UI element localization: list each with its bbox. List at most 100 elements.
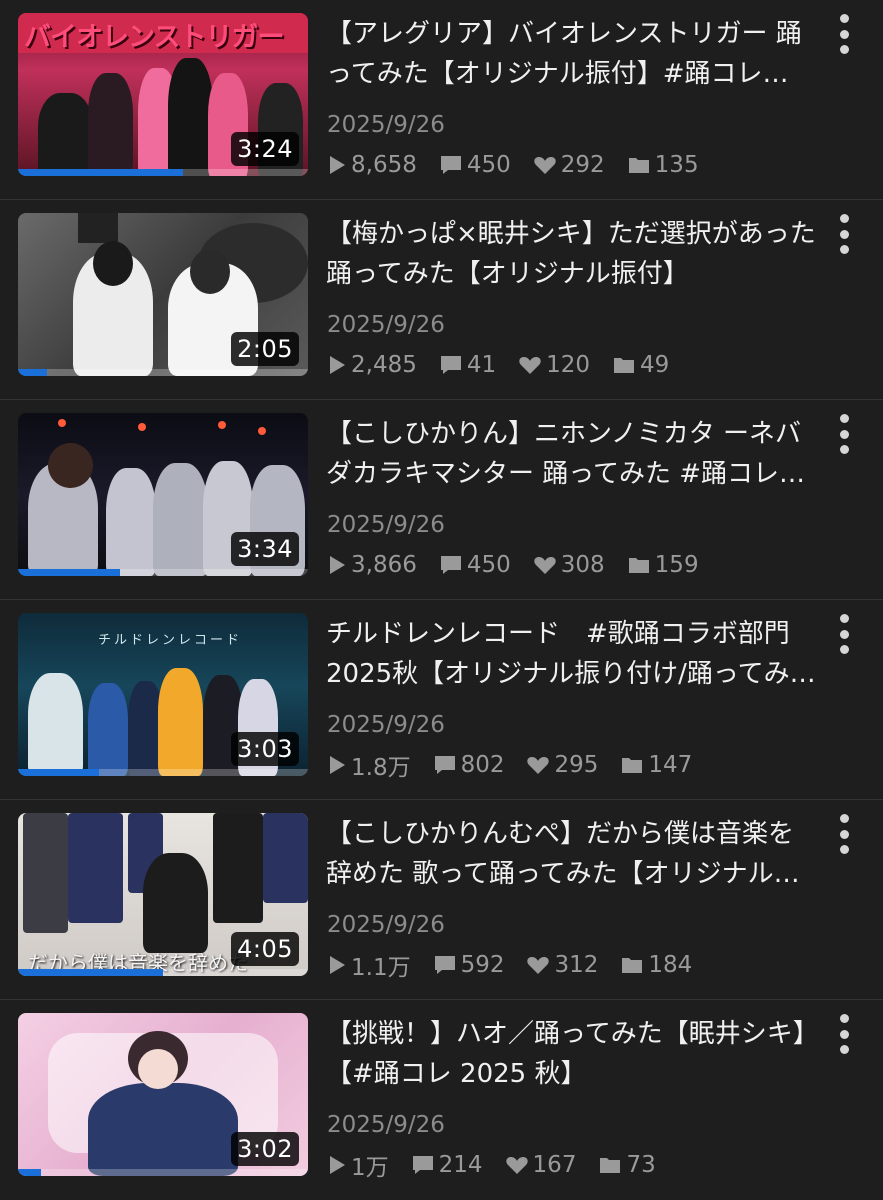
video-title[interactable]: 【こしひかりん】ニホンノミカタ ーネバダカラキマシター 踊ってみた #踊コレ20… xyxy=(326,414,816,494)
heart-icon xyxy=(505,1157,528,1174)
video-stats: 1.8万 802 295 147 xyxy=(327,748,714,782)
folder-icon xyxy=(622,758,643,773)
view-count-value: 3,866 xyxy=(351,552,417,578)
comment-count-value: 450 xyxy=(466,552,511,578)
upload-date: 2025/9/26 xyxy=(327,1112,445,1138)
more-vertical-icon[interactable] xyxy=(833,14,855,54)
view-count: 1.1万 xyxy=(327,948,411,982)
watch-progress-bar xyxy=(18,769,308,776)
folder-icon xyxy=(628,158,649,173)
view-count-value: 2,485 xyxy=(351,352,417,378)
upload-date: 2025/9/26 xyxy=(327,312,445,338)
comment-icon xyxy=(412,1156,433,1174)
more-vertical-icon[interactable] xyxy=(833,214,855,254)
comment-count: 450 xyxy=(439,152,511,178)
watch-progress-fill xyxy=(18,769,100,776)
duration-badge: 3:24 xyxy=(231,132,299,166)
like-count-value: 120 xyxy=(546,352,591,378)
video-title[interactable]: チルドレンレコード #歌踊コラボ部門2025秋【オリジナル振り付け/踊ってみた】 xyxy=(326,614,816,694)
comment-count-value: 592 xyxy=(460,952,505,978)
upload-date: 2025/9/26 xyxy=(327,112,445,138)
like-count: 292 xyxy=(533,152,605,178)
video-item[interactable]: 2:05 【梅かっぱ×眠井シキ】ただ選択があった 踊ってみた【オリジナル振付】 … xyxy=(0,200,883,400)
like-count: 120 xyxy=(518,352,590,378)
folder-icon xyxy=(622,958,643,973)
like-count-value: 292 xyxy=(560,152,605,178)
video-stats: 8,658 450 292 135 xyxy=(327,148,721,182)
thumbnail-title-text: バイオレンストリガー xyxy=(24,22,284,53)
mylist-count-value: 184 xyxy=(648,952,693,978)
comment-count: 41 xyxy=(439,352,496,378)
watch-progress-fill xyxy=(18,1169,42,1176)
more-vertical-icon[interactable] xyxy=(833,1014,855,1054)
video-stats: 1万 214 167 73 xyxy=(327,1148,678,1182)
view-count: 1.8万 xyxy=(327,748,411,782)
mylist-count: 147 xyxy=(620,752,692,778)
thumbnail-title-text: チルドレンレコード xyxy=(98,633,243,648)
like-count: 295 xyxy=(526,752,598,778)
video-stats: 1.1万 592 312 184 xyxy=(327,948,714,982)
video-title[interactable]: 【梅かっぱ×眠井シキ】ただ選択があった 踊ってみた【オリジナル振付】 xyxy=(326,214,816,294)
video-item[interactable]: チルドレンレコード 3:03 チルドレンレコード #歌踊コラボ部門2025秋【オ… xyxy=(0,600,883,800)
watch-progress-bar xyxy=(18,969,308,976)
watch-progress-bar xyxy=(18,169,308,176)
like-count: 312 xyxy=(526,952,598,978)
view-count-value: 8,658 xyxy=(351,152,417,178)
play-icon xyxy=(330,556,345,574)
duration-badge: 4:05 xyxy=(231,932,299,966)
mylist-count-value: 159 xyxy=(654,552,699,578)
view-count: 2,485 xyxy=(327,352,417,378)
comment-count: 802 xyxy=(433,752,504,778)
view-count: 8,658 xyxy=(327,152,417,178)
video-thumbnail[interactable]: チルドレンレコード 3:03 xyxy=(18,613,308,776)
video-list: バイオレンストリガー 3:24 【アレグリア】バイオレンストリガー 踊ってみた【… xyxy=(0,0,883,1200)
video-thumbnail[interactable]: 3:02 xyxy=(18,1013,308,1176)
video-item[interactable]: だから僕は音楽を辞めた 4:05 【こしひかりんむぺ】だから僕は音楽を辞めた 歌… xyxy=(0,800,883,1000)
duration-badge: 3:02 xyxy=(231,1132,299,1166)
mylist-count: 135 xyxy=(627,152,699,178)
video-title[interactable]: 【挑戦！】ハオ／踊ってみた【眠井シキ】【#踊コレ 2025 秋】 xyxy=(326,1014,816,1094)
heart-icon xyxy=(527,757,550,774)
comment-count-value: 214 xyxy=(438,1152,483,1178)
folder-icon xyxy=(600,1158,621,1173)
video-item[interactable]: 3:34 【こしひかりん】ニホンノミカタ ーネバダカラキマシター 踊ってみた #… xyxy=(0,400,883,600)
video-thumbnail[interactable]: 3:34 xyxy=(18,413,308,576)
video-item[interactable]: バイオレンストリガー 3:24 【アレグリア】バイオレンストリガー 踊ってみた【… xyxy=(0,0,883,200)
play-icon xyxy=(330,756,345,774)
heart-icon xyxy=(519,357,541,374)
video-item[interactable]: 3:02 【挑戦！】ハオ／踊ってみた【眠井シキ】【#踊コレ 2025 秋】 20… xyxy=(0,1000,883,1200)
comment-icon xyxy=(440,356,461,374)
watch-progress-bar xyxy=(18,569,308,576)
video-thumbnail[interactable]: だから僕は音楽を辞めた 4:05 xyxy=(18,813,308,976)
video-thumbnail[interactable]: バイオレンストリガー 3:24 xyxy=(18,13,308,176)
watch-progress-fill xyxy=(18,169,184,176)
play-icon xyxy=(330,956,345,974)
view-count: 3,866 xyxy=(327,552,417,578)
mylist-count: 49 xyxy=(612,352,669,378)
more-vertical-icon[interactable] xyxy=(833,414,855,454)
view-count-value: 1.8万 xyxy=(351,755,411,781)
play-icon xyxy=(330,1156,345,1174)
watch-progress-bar xyxy=(18,369,308,376)
view-count-value: 1万 xyxy=(351,1155,389,1181)
mylist-count-value: 49 xyxy=(640,352,670,378)
duration-badge: 3:03 xyxy=(231,732,299,766)
upload-date: 2025/9/26 xyxy=(327,712,445,738)
upload-date: 2025/9/26 xyxy=(327,912,445,938)
heart-icon xyxy=(534,157,556,174)
video-stats: 2,485 41 120 49 xyxy=(327,348,691,382)
like-count: 167 xyxy=(505,1152,576,1178)
duration-badge: 2:05 xyxy=(231,332,299,366)
video-title[interactable]: 【こしひかりんむぺ】だから僕は音楽を辞めた 歌って踊ってみた【オリジナル振付】 xyxy=(326,814,816,894)
heart-icon xyxy=(534,557,556,574)
comment-icon xyxy=(440,156,461,174)
duration-badge: 3:34 xyxy=(231,532,299,566)
more-vertical-icon[interactable] xyxy=(833,614,855,654)
like-count-value: 312 xyxy=(554,952,599,978)
upload-date: 2025/9/26 xyxy=(327,512,445,538)
play-icon xyxy=(330,356,345,374)
video-thumbnail[interactable]: 2:05 xyxy=(18,213,308,376)
mylist-count: 73 xyxy=(598,1152,656,1178)
video-title[interactable]: 【アレグリア】バイオレンストリガー 踊ってみた【オリジナル振付】#踊コレ2025… xyxy=(326,14,816,94)
more-vertical-icon[interactable] xyxy=(833,814,855,854)
